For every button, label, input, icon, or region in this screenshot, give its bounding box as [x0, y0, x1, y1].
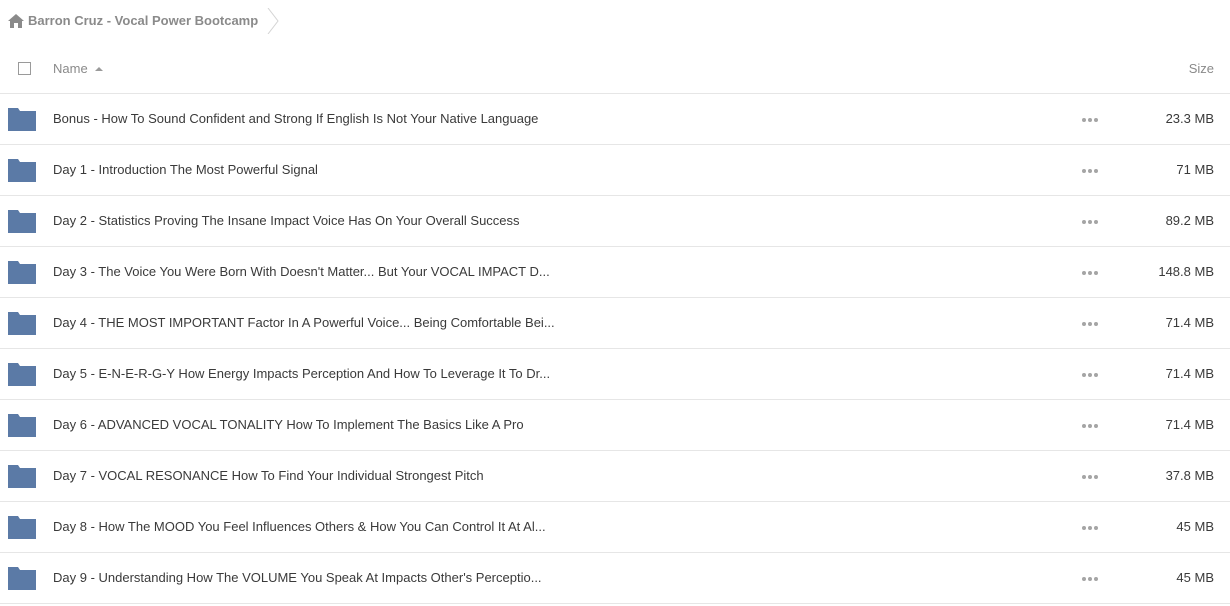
file-size: 71.4 MB: [1165, 366, 1214, 381]
file-size: 37.8 MB: [1165, 468, 1214, 483]
breadcrumb: Barron Cruz - Vocal Power Bootcamp: [0, 0, 1230, 42]
file-row[interactable]: Bonus - How To Sound Confident and Stron…: [0, 94, 1230, 145]
file-name[interactable]: Day 9 - Understanding How The VOLUME You…: [53, 570, 542, 585]
breadcrumb-current-folder[interactable]: Barron Cruz - Vocal Power Bootcamp: [28, 13, 258, 28]
file-size: 71.4 MB: [1165, 315, 1214, 330]
file-name[interactable]: Day 4 - THE MOST IMPORTANT Factor In A P…: [53, 315, 555, 330]
more-options-icon[interactable]: [1082, 424, 1098, 428]
sort-ascending-icon: [94, 67, 103, 71]
folder-icon: [8, 465, 36, 488]
more-options-icon[interactable]: [1082, 577, 1098, 581]
file-size: 45 MB: [1176, 570, 1214, 585]
file-row[interactable]: Day 4 - THE MOST IMPORTANT Factor In A P…: [0, 298, 1230, 349]
more-options-icon[interactable]: [1082, 322, 1098, 326]
folder-icon: [8, 363, 36, 386]
file-size: 23.3 MB: [1165, 111, 1214, 126]
breadcrumb-chevron-icon: [267, 8, 279, 34]
file-row[interactable]: Day 9 - Understanding How The VOLUME You…: [0, 553, 1230, 604]
file-size: 89.2 MB: [1165, 213, 1214, 228]
file-name[interactable]: Day 5 - E-N-E-R-G-Y How Energy Impacts P…: [53, 366, 550, 381]
folder-icon: [8, 159, 36, 182]
file-name[interactable]: Day 3 - The Voice You Were Born With Doe…: [53, 264, 550, 279]
folder-icon: [8, 414, 36, 437]
folder-icon: [8, 516, 36, 539]
file-row[interactable]: Day 1 - Introduction The Most Powerful S…: [0, 145, 1230, 196]
file-name[interactable]: Day 7 - VOCAL RESONANCE How To Find Your…: [53, 468, 484, 483]
file-name[interactable]: Day 6 - ADVANCED VOCAL TONALITY How To I…: [53, 417, 524, 432]
file-row[interactable]: Day 8 - How The MOOD You Feel Influences…: [0, 502, 1230, 553]
name-column-label: Name: [53, 61, 88, 76]
file-row[interactable]: Day 2 - Statistics Proving The Insane Im…: [0, 196, 1230, 247]
file-size: 71.4 MB: [1165, 417, 1214, 432]
select-all-checkbox[interactable]: [18, 62, 31, 75]
more-options-icon[interactable]: [1082, 220, 1098, 224]
file-row[interactable]: Day 6 - ADVANCED VOCAL TONALITY How To I…: [0, 400, 1230, 451]
file-name[interactable]: Day 8 - How The MOOD You Feel Influences…: [53, 519, 546, 534]
folder-icon: [8, 312, 36, 335]
file-size: 71 MB: [1176, 162, 1214, 177]
file-name[interactable]: Bonus - How To Sound Confident and Stron…: [53, 111, 538, 126]
file-size: 148.8 MB: [1158, 264, 1214, 279]
more-options-icon[interactable]: [1082, 118, 1098, 122]
more-options-icon[interactable]: [1082, 271, 1098, 275]
more-options-icon[interactable]: [1082, 526, 1098, 530]
file-list-header: Name Size: [0, 42, 1230, 94]
file-list: Bonus - How To Sound Confident and Stron…: [0, 94, 1230, 604]
folder-icon: [8, 108, 36, 131]
size-column-header[interactable]: Size: [1189, 61, 1214, 76]
file-row[interactable]: Day 7 - VOCAL RESONANCE How To Find Your…: [0, 451, 1230, 502]
file-name[interactable]: Day 2 - Statistics Proving The Insane Im…: [53, 213, 520, 228]
file-name[interactable]: Day 1 - Introduction The Most Powerful S…: [53, 162, 318, 177]
folder-icon: [8, 210, 36, 233]
name-column-header[interactable]: Name: [53, 61, 103, 76]
more-options-icon[interactable]: [1082, 475, 1098, 479]
home-icon[interactable]: [8, 14, 24, 28]
more-options-icon[interactable]: [1082, 373, 1098, 377]
more-options-icon[interactable]: [1082, 169, 1098, 173]
file-size: 45 MB: [1176, 519, 1214, 534]
folder-icon: [8, 567, 36, 590]
folder-icon: [8, 261, 36, 284]
file-row[interactable]: Day 3 - The Voice You Were Born With Doe…: [0, 247, 1230, 298]
file-row[interactable]: Day 5 - E-N-E-R-G-Y How Energy Impacts P…: [0, 349, 1230, 400]
